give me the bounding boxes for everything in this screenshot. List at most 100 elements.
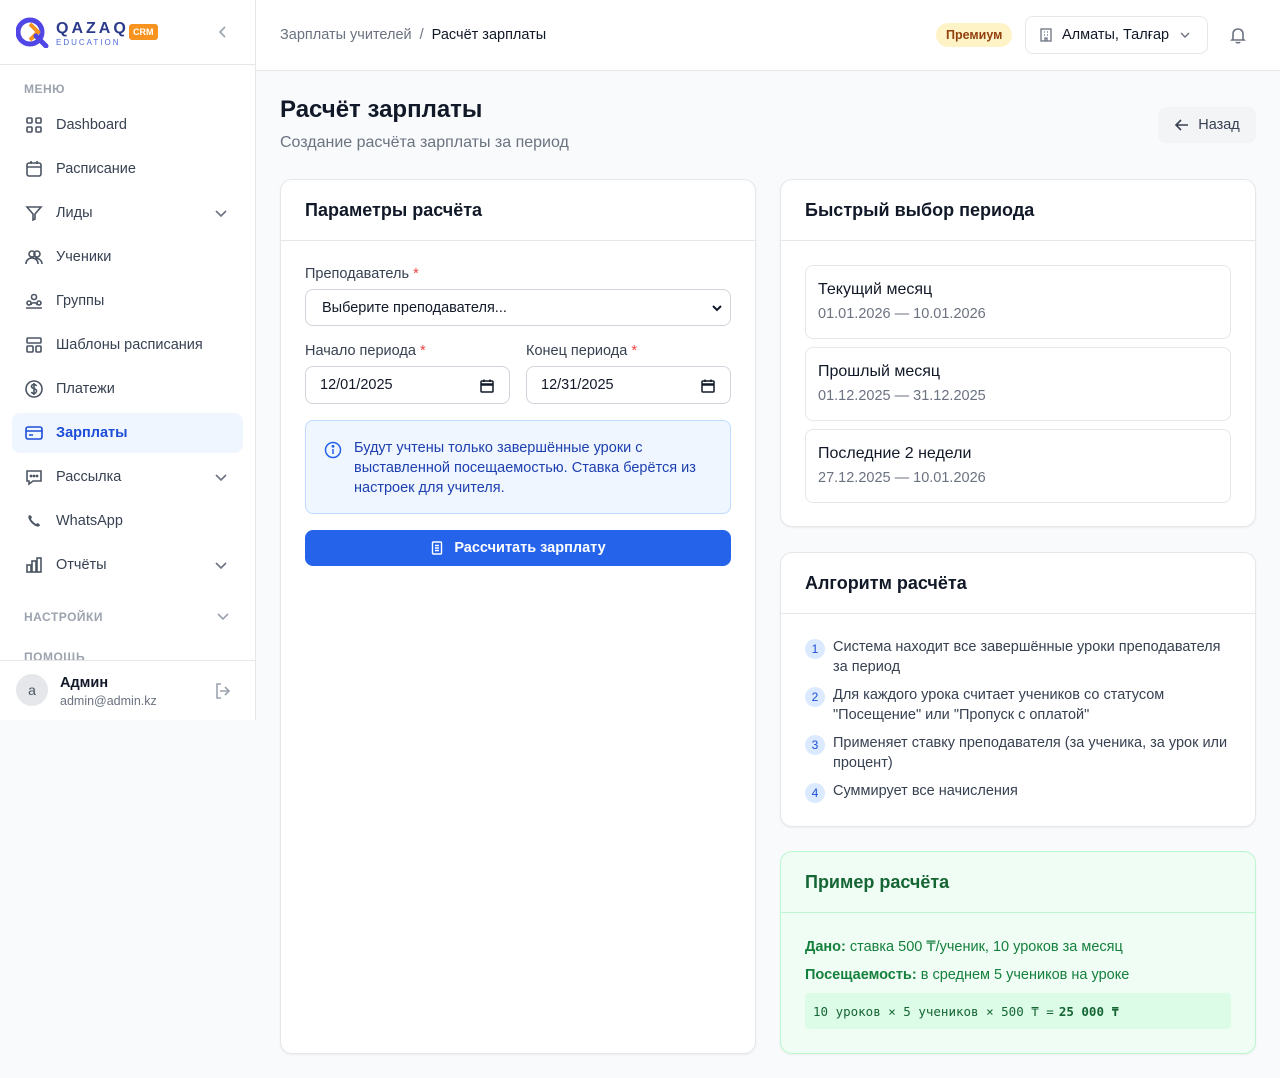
period-option-last-month[interactable]: Прошлый месяц 01.12.2025 — 31.12.2025 — [805, 347, 1231, 421]
chevron-down-icon — [1180, 32, 1190, 38]
sidebar-item-schedule-templates[interactable]: Шаблоны расписания — [12, 325, 243, 365]
grid-icon — [26, 117, 42, 133]
teacher-select[interactable]: Выберите преподавателя... — [305, 289, 731, 326]
message-icon — [26, 470, 42, 486]
example-title: Пример расчёта — [781, 852, 1255, 913]
step-number: 1 — [805, 639, 825, 659]
sidebar-item-reports[interactable]: Отчёты — [12, 545, 243, 585]
calendar-icon[interactable] — [700, 378, 716, 394]
period-title: Текущий месяц — [818, 281, 933, 298]
logo-icon — [16, 17, 49, 48]
bell-icon[interactable] — [1228, 25, 1248, 45]
sidebar-item-label: Рассылка — [56, 469, 122, 485]
collapse-sidebar-icon[interactable] — [213, 22, 233, 42]
end-date-value: 12/31/2025 — [541, 377, 614, 393]
breadcrumb-parent[interactable]: Зарплаты учителей — [280, 27, 412, 43]
calculate-salary-button[interactable]: Рассчитать зарплату — [305, 530, 731, 566]
period-option-last-2-weeks[interactable]: Последние 2 недели 27.12.2025 — 10.01.20… — [805, 429, 1231, 503]
start-date-label: Начало периода * — [305, 343, 426, 359]
given-label: Дано: — [805, 939, 846, 955]
step-text: Система находит все завершённые уроки пр… — [833, 639, 1221, 675]
sidebar-item-whatsapp[interactable]: WhatsApp — [12, 501, 243, 541]
end-date-label: Конец периода * — [526, 343, 637, 359]
user-panel: a Админ admin@admin.kz — [0, 660, 255, 720]
phone-icon — [28, 515, 40, 527]
chevron-down-icon — [215, 210, 227, 218]
page-subtitle: Создание расчёта зарплаты за период — [280, 134, 569, 151]
algorithm-card: Алгоритм расчёта 1 Система находит все з… — [780, 552, 1256, 827]
attendance-text: в среднем 5 учеников на уроке — [920, 967, 1130, 983]
end-date-input[interactable]: 12/31/2025 — [526, 366, 731, 404]
breadcrumb-current: Расчёт зарплаты — [431, 27, 547, 43]
calculate-salary-label: Рассчитать зарплату — [454, 540, 606, 556]
sidebar-item-groups[interactable]: Группы — [12, 281, 243, 321]
example-given: Дано: ставка 500 ₸/ученик, 10 уроков за … — [805, 939, 1123, 955]
sidebar-item-label: Расписание — [56, 161, 136, 177]
params-card-title: Параметры расчёта — [281, 180, 755, 241]
teacher-label: Преподаватель * — [305, 266, 419, 282]
group-icon — [26, 293, 42, 309]
sidebar: QAZAQ EDUCATION CRM МЕНЮ Dashboard Распи… — [0, 0, 256, 720]
help-section: ПОМОЩЬ — [0, 646, 255, 660]
formula-text: 10 уроков × 5 учеников × 500 ₸ = — [813, 1003, 1054, 1019]
breadcrumb-separator: / — [419, 27, 424, 43]
brand-name: QAZAQ — [56, 20, 129, 37]
example-card: Пример расчёта Дано: ставка 500 ₸/ученик… — [780, 851, 1256, 1054]
template-icon — [26, 337, 42, 353]
params-card: Параметры расчёта Преподаватель * Выбери… — [280, 179, 756, 1054]
quick-period-title: Быстрый выбор периода — [781, 180, 1255, 241]
sidebar-item-dashboard[interactable]: Dashboard — [12, 105, 243, 145]
arrow-left-icon — [1175, 119, 1189, 131]
period-option-current-month[interactable]: Текущий месяц 01.01.2026 — 10.01.2026 — [805, 265, 1231, 339]
sidebar-item-leads[interactable]: Лиды — [12, 193, 243, 233]
sidebar-item-label: Шаблоны расписания — [56, 337, 203, 353]
teacher-select-value: Выберите преподавателя... — [322, 299, 507, 316]
building-icon — [1040, 28, 1052, 42]
sidebar-item-salaries[interactable]: Зарплаты — [12, 413, 243, 453]
required-mark: * — [413, 266, 419, 282]
crm-badge: CRM — [129, 24, 158, 40]
required-mark: * — [631, 343, 637, 359]
sidebar-item-schedule[interactable]: Расписание — [12, 149, 243, 189]
breadcrumb: Зарплаты учителей / Расчёт зарплаты — [280, 27, 546, 43]
sidebar-item-label: Отчёты — [56, 557, 107, 573]
period-range: 01.12.2025 — 31.12.2025 — [818, 388, 986, 404]
start-date-label-text: Начало периода — [305, 343, 416, 359]
step-number: 3 — [805, 735, 825, 755]
users-icon — [25, 250, 43, 265]
sidebar-item-mailing[interactable]: Рассылка — [12, 457, 243, 497]
example-attendance: Посещаемость: в среднем 5 учеников на ур… — [805, 967, 1129, 983]
brand-subtitle: EDUCATION — [56, 38, 121, 47]
logout-icon[interactable] — [213, 681, 233, 701]
chevron-down-icon[interactable] — [213, 606, 233, 626]
step-number: 2 — [805, 687, 825, 707]
top-header: Зарплаты учителей / Расчёт зарплаты Прем… — [256, 0, 1280, 71]
user-name: Админ — [60, 675, 109, 691]
chevron-down-icon — [712, 305, 722, 312]
end-date-label-text: Конец периода — [526, 343, 628, 359]
avatar: a — [16, 674, 48, 706]
branch-selector[interactable]: Алматы, Талғар — [1025, 16, 1208, 54]
attendance-label: Посещаемость: — [805, 967, 917, 983]
required-mark: * — [419, 343, 426, 359]
calendar-icon[interactable] — [479, 378, 495, 394]
period-title: Последние 2 недели — [818, 445, 972, 462]
step-text: Для каждого урока считает учеников со ст… — [833, 687, 1165, 723]
start-date-input[interactable]: 12/01/2025 — [305, 366, 510, 404]
sidebar-item-payments[interactable]: Платежи — [12, 369, 243, 409]
back-button-label: Назад — [1198, 117, 1240, 133]
period-range: 27.12.2025 — 10.01.2026 — [818, 470, 986, 486]
premium-badge: Премиум — [936, 23, 1013, 47]
step-text: Применяет ставку преподавателя (за учени… — [833, 735, 1228, 771]
dollar-icon — [25, 380, 43, 398]
back-button[interactable]: Назад — [1158, 107, 1256, 143]
card-icon — [25, 426, 43, 440]
step-number: 4 — [805, 783, 825, 803]
sidebar-item-label: Лиды — [56, 205, 93, 221]
sidebar-item-label: WhatsApp — [56, 513, 123, 529]
step-text: Суммирует все начисления — [833, 783, 1018, 799]
settings-section-label[interactable]: НАСТРОЙКИ — [24, 610, 103, 624]
sidebar-item-students[interactable]: Ученики — [12, 237, 243, 277]
chevron-down-icon — [215, 562, 227, 570]
formula-result: 25 000 ₸ — [1058, 1003, 1120, 1019]
